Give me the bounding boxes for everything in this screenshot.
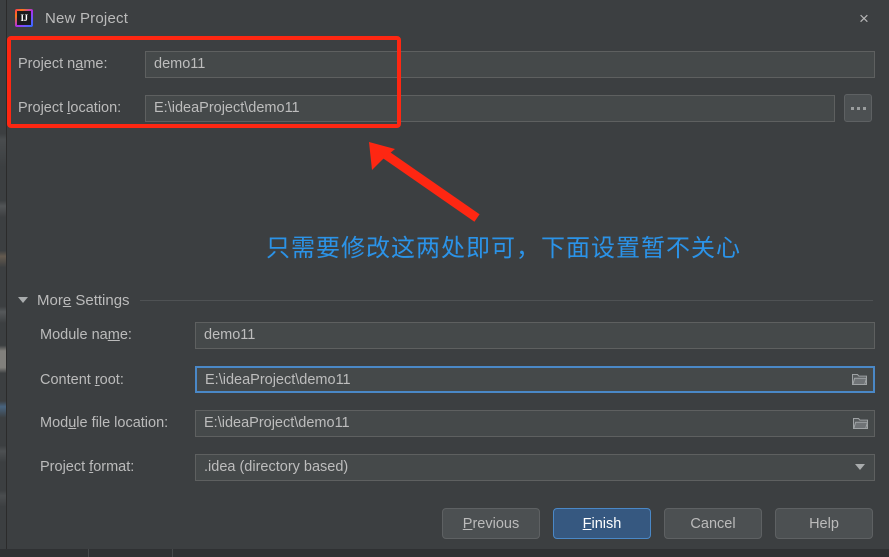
- annotation-note-text: 只需要修改这两处即可，下面设置暂不关心: [266, 234, 741, 262]
- project-location-label: Project location:: [18, 100, 122, 116]
- project-format-row: Project format: .idea (directory based): [40, 453, 875, 481]
- finish-button[interactable]: Finish: [553, 508, 651, 539]
- project-format-value: .idea (directory based): [204, 459, 349, 475]
- intellij-idea-icon-glyph: IJ: [20, 12, 28, 23]
- project-format-label: Project format:: [40, 459, 135, 475]
- close-icon[interactable]: ×: [847, 5, 881, 31]
- previous-button[interactable]: Previous: [442, 508, 540, 539]
- help-button[interactable]: Help: [775, 508, 873, 539]
- more-settings-section-header[interactable]: More Settings: [18, 288, 875, 312]
- background-window-bottom-strip: [0, 549, 889, 557]
- project-name-input[interactable]: demo11: [145, 50, 875, 78]
- project-location-browse-button[interactable]: [844, 94, 872, 122]
- folder-icon[interactable]: [846, 411, 874, 436]
- project-location-input[interactable]: E:\ideaProject\demo11: [145, 94, 835, 122]
- annotation-arrow-icon: [355, 130, 490, 225]
- module-file-location-row: Module file location: E:\ideaProject\dem…: [40, 409, 875, 437]
- project-name-value: demo11: [154, 56, 206, 72]
- content-root-row: Content root: E:\ideaProject\demo11: [40, 365, 875, 394]
- project-format-select[interactable]: .idea (directory based): [195, 453, 875, 481]
- module-file-location-label: Module file location:: [40, 415, 169, 431]
- module-name-row: Module name: demo11: [40, 321, 875, 349]
- module-name-input[interactable]: demo11: [195, 321, 875, 349]
- project-name-row: Project name: demo11: [18, 50, 875, 78]
- dialog-button-bar: Previous Finish Cancel Help: [0, 508, 889, 548]
- content-root-input[interactable]: E:\ideaProject\demo11: [195, 366, 875, 393]
- dialog-title: New Project: [45, 9, 129, 27]
- module-name-label: Module name:: [40, 327, 132, 343]
- more-settings-label: More Settings: [37, 291, 130, 309]
- project-name-label: Project name:: [18, 56, 108, 72]
- module-file-location-value: E:\ideaProject\demo11: [204, 415, 350, 431]
- project-location-value: E:\ideaProject\demo11: [154, 100, 300, 116]
- dialog-title-bar: IJ New Project ×: [7, 0, 889, 36]
- new-project-dialog: IJ New Project × Project name: demo11 Pr…: [0, 0, 889, 557]
- content-root-label: Content root:: [40, 371, 124, 388]
- ellipsis-dot-icon: [862, 106, 866, 110]
- cancel-button[interactable]: Cancel: [664, 508, 762, 539]
- folder-icon[interactable]: [845, 368, 873, 391]
- chevron-down-icon[interactable]: [846, 455, 874, 480]
- chevron-down-icon: [18, 297, 28, 303]
- ellipsis-dot-icon: [856, 106, 860, 110]
- module-file-location-input[interactable]: E:\ideaProject\demo11: [195, 409, 875, 437]
- content-root-value: E:\ideaProject\demo11: [205, 371, 351, 388]
- dialog-left-edge: [6, 0, 7, 557]
- section-separator: [139, 299, 873, 301]
- intellij-idea-icon: IJ: [15, 9, 33, 27]
- module-name-value: demo11: [204, 327, 256, 343]
- ellipsis-dot-icon: [850, 106, 854, 110]
- project-location-row: Project location: E:\ideaProject\demo11: [18, 94, 875, 122]
